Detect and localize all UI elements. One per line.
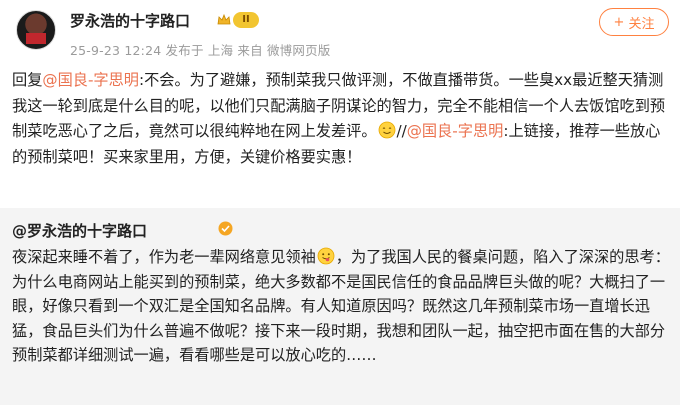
tongue-emoji-icon <box>317 247 335 265</box>
follow-label: 关注 <box>628 16 655 32</box>
plus-icon: + <box>613 14 625 30</box>
mention-link[interactable]: @国良-字思明 <box>407 122 504 140</box>
repost-text-1: 夜深起来睡不着了，作为老一辈网络意见领袖 <box>12 248 316 266</box>
avatar[interactable] <box>16 10 56 50</box>
post-meta: 25-9-23 12:24 发布于 上海 来自 微博网页版 <box>70 43 331 58</box>
repost-author[interactable]: @罗永浩的十字路口 <box>12 220 147 241</box>
repost-separator: // <box>396 122 407 140</box>
crown-icon <box>217 13 231 25</box>
repost-text: 夜深起来睡不着了，作为老一辈网络意见领袖 ，为了我国人民的餐桌问题，陷入了深深的… <box>12 245 672 368</box>
post-text: 回复@国良-字思明:不会。为了避嫌，预制菜我只做评测，不做直播带货。一些臭xx最… <box>12 68 668 170</box>
post-username[interactable]: 罗永浩的十字路口 <box>70 10 190 31</box>
avatar-badge <box>26 33 46 44</box>
mention-link[interactable]: @国良-字思明 <box>42 71 139 89</box>
reposted-content[interactable]: @罗永浩的十字路口 夜深起来睡不着了，作为老一辈网络意见领袖 ，为了我国人民的餐… <box>0 208 680 405</box>
verified-icon <box>218 221 233 236</box>
smile-emoji-icon <box>378 121 395 139</box>
follow-button[interactable]: + 关注 <box>599 8 669 36</box>
vip-badge: II <box>233 12 259 28</box>
reply-prefix: 回复 <box>12 71 43 89</box>
weibo-post: 罗永浩的十字路口 II 25-9-23 12:24 发布于 上海 来自 微博网页… <box>0 0 680 208</box>
